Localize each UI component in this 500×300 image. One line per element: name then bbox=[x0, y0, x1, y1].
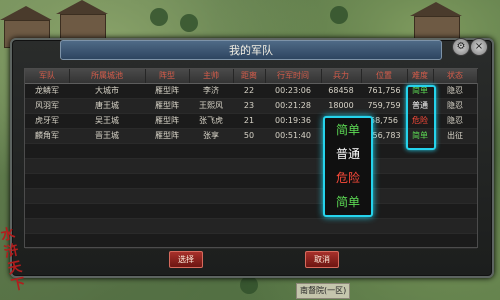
tree bbox=[180, 14, 198, 32]
army-name: 麟角军 bbox=[35, 131, 59, 140]
tree bbox=[150, 8, 168, 26]
column-header: 难度 bbox=[407, 69, 434, 83]
column-header: 距离 bbox=[233, 69, 266, 83]
army-city: 唐王城 bbox=[95, 101, 119, 110]
difficulty-easy-label: 简单 bbox=[335, 123, 360, 137]
army-status: 隐忍 bbox=[447, 86, 463, 95]
army-city: 大城市 bbox=[95, 86, 119, 95]
tree bbox=[240, 276, 258, 294]
difficulty-danger-label: 危险 bbox=[335, 171, 360, 185]
settings-icon[interactable]: ⚙ bbox=[452, 38, 470, 56]
army-time: 00:51:40 bbox=[275, 131, 311, 140]
army-time: 00:19:36 bbox=[275, 116, 311, 125]
army-position: 761,756 bbox=[367, 86, 401, 95]
army-formation: 雁型阵 bbox=[155, 116, 179, 125]
army-distance: 22 bbox=[243, 86, 255, 95]
difficulty-normal-label: 普通 bbox=[335, 147, 360, 161]
column-header: 状态 bbox=[433, 69, 478, 83]
army-formation: 雁型阵 bbox=[155, 101, 179, 110]
table-row-empty bbox=[25, 204, 477, 219]
army-name: 龙鳞军 bbox=[35, 86, 59, 95]
cancel-button[interactable]: 取消 bbox=[305, 251, 339, 268]
army-status: 出征 bbox=[447, 131, 463, 140]
building-roof bbox=[410, 2, 462, 16]
table-row-empty bbox=[25, 234, 477, 249]
column-header: 主帅 bbox=[189, 69, 234, 83]
difficulty-column-highlight bbox=[406, 85, 436, 150]
army-general: 张享 bbox=[203, 131, 219, 140]
table-header: 军队 所属城池 阵型 主帅 距离 行军时间 兵力 位置 难度 状态 bbox=[25, 69, 478, 84]
select-button[interactable]: 选择 bbox=[169, 251, 203, 268]
column-header: 位置 bbox=[361, 69, 408, 83]
table-row-empty bbox=[25, 159, 477, 174]
column-header: 所属城池 bbox=[69, 69, 146, 83]
army-time: 00:23:06 bbox=[275, 86, 311, 95]
table-row-empty bbox=[25, 174, 477, 189]
army-formation: 雁型阵 bbox=[155, 86, 179, 95]
building-roof bbox=[0, 6, 52, 20]
difficulty-easy-label: 简单 bbox=[335, 195, 360, 209]
window-title-bar[interactable]: 我的军队 bbox=[60, 40, 442, 60]
table-row-empty bbox=[25, 219, 477, 234]
army-formation: 雁型阵 bbox=[155, 131, 179, 140]
army-name: 虎牙军 bbox=[35, 116, 59, 125]
army-general: 李济 bbox=[203, 86, 219, 95]
difficulty-callout: 简单 普通 危险 简单 bbox=[323, 116, 373, 217]
army-troops: 68458 bbox=[328, 86, 354, 95]
close-icon[interactable]: × bbox=[470, 38, 488, 56]
army-position: 759,759 bbox=[367, 101, 401, 110]
table-row-empty bbox=[25, 189, 477, 204]
army-troops: 18000 bbox=[328, 101, 354, 110]
army-city: 晋王城 bbox=[95, 131, 119, 140]
army-distance: 50 bbox=[243, 131, 255, 140]
army-status: 隐忍 bbox=[447, 116, 463, 125]
column-header: 行军时间 bbox=[265, 69, 322, 83]
army-status: 隐忍 bbox=[447, 101, 463, 110]
army-general: 张飞虎 bbox=[199, 116, 223, 125]
building-roof bbox=[56, 0, 108, 14]
tree bbox=[330, 6, 348, 24]
army-distance: 23 bbox=[243, 101, 255, 110]
column-header: 阵型 bbox=[145, 69, 190, 83]
army-general: 王熙风 bbox=[199, 101, 223, 110]
army-name: 风羽军 bbox=[35, 101, 59, 110]
army-city: 吴王城 bbox=[95, 116, 119, 125]
column-header: 军队 bbox=[25, 69, 70, 83]
column-header: 兵力 bbox=[321, 69, 362, 83]
army-distance: 21 bbox=[243, 116, 255, 125]
window-title: 我的军队 bbox=[229, 44, 273, 57]
army-time: 00:21:28 bbox=[275, 101, 311, 110]
map-location-label[interactable]: 南督院(一区) bbox=[296, 283, 351, 299]
